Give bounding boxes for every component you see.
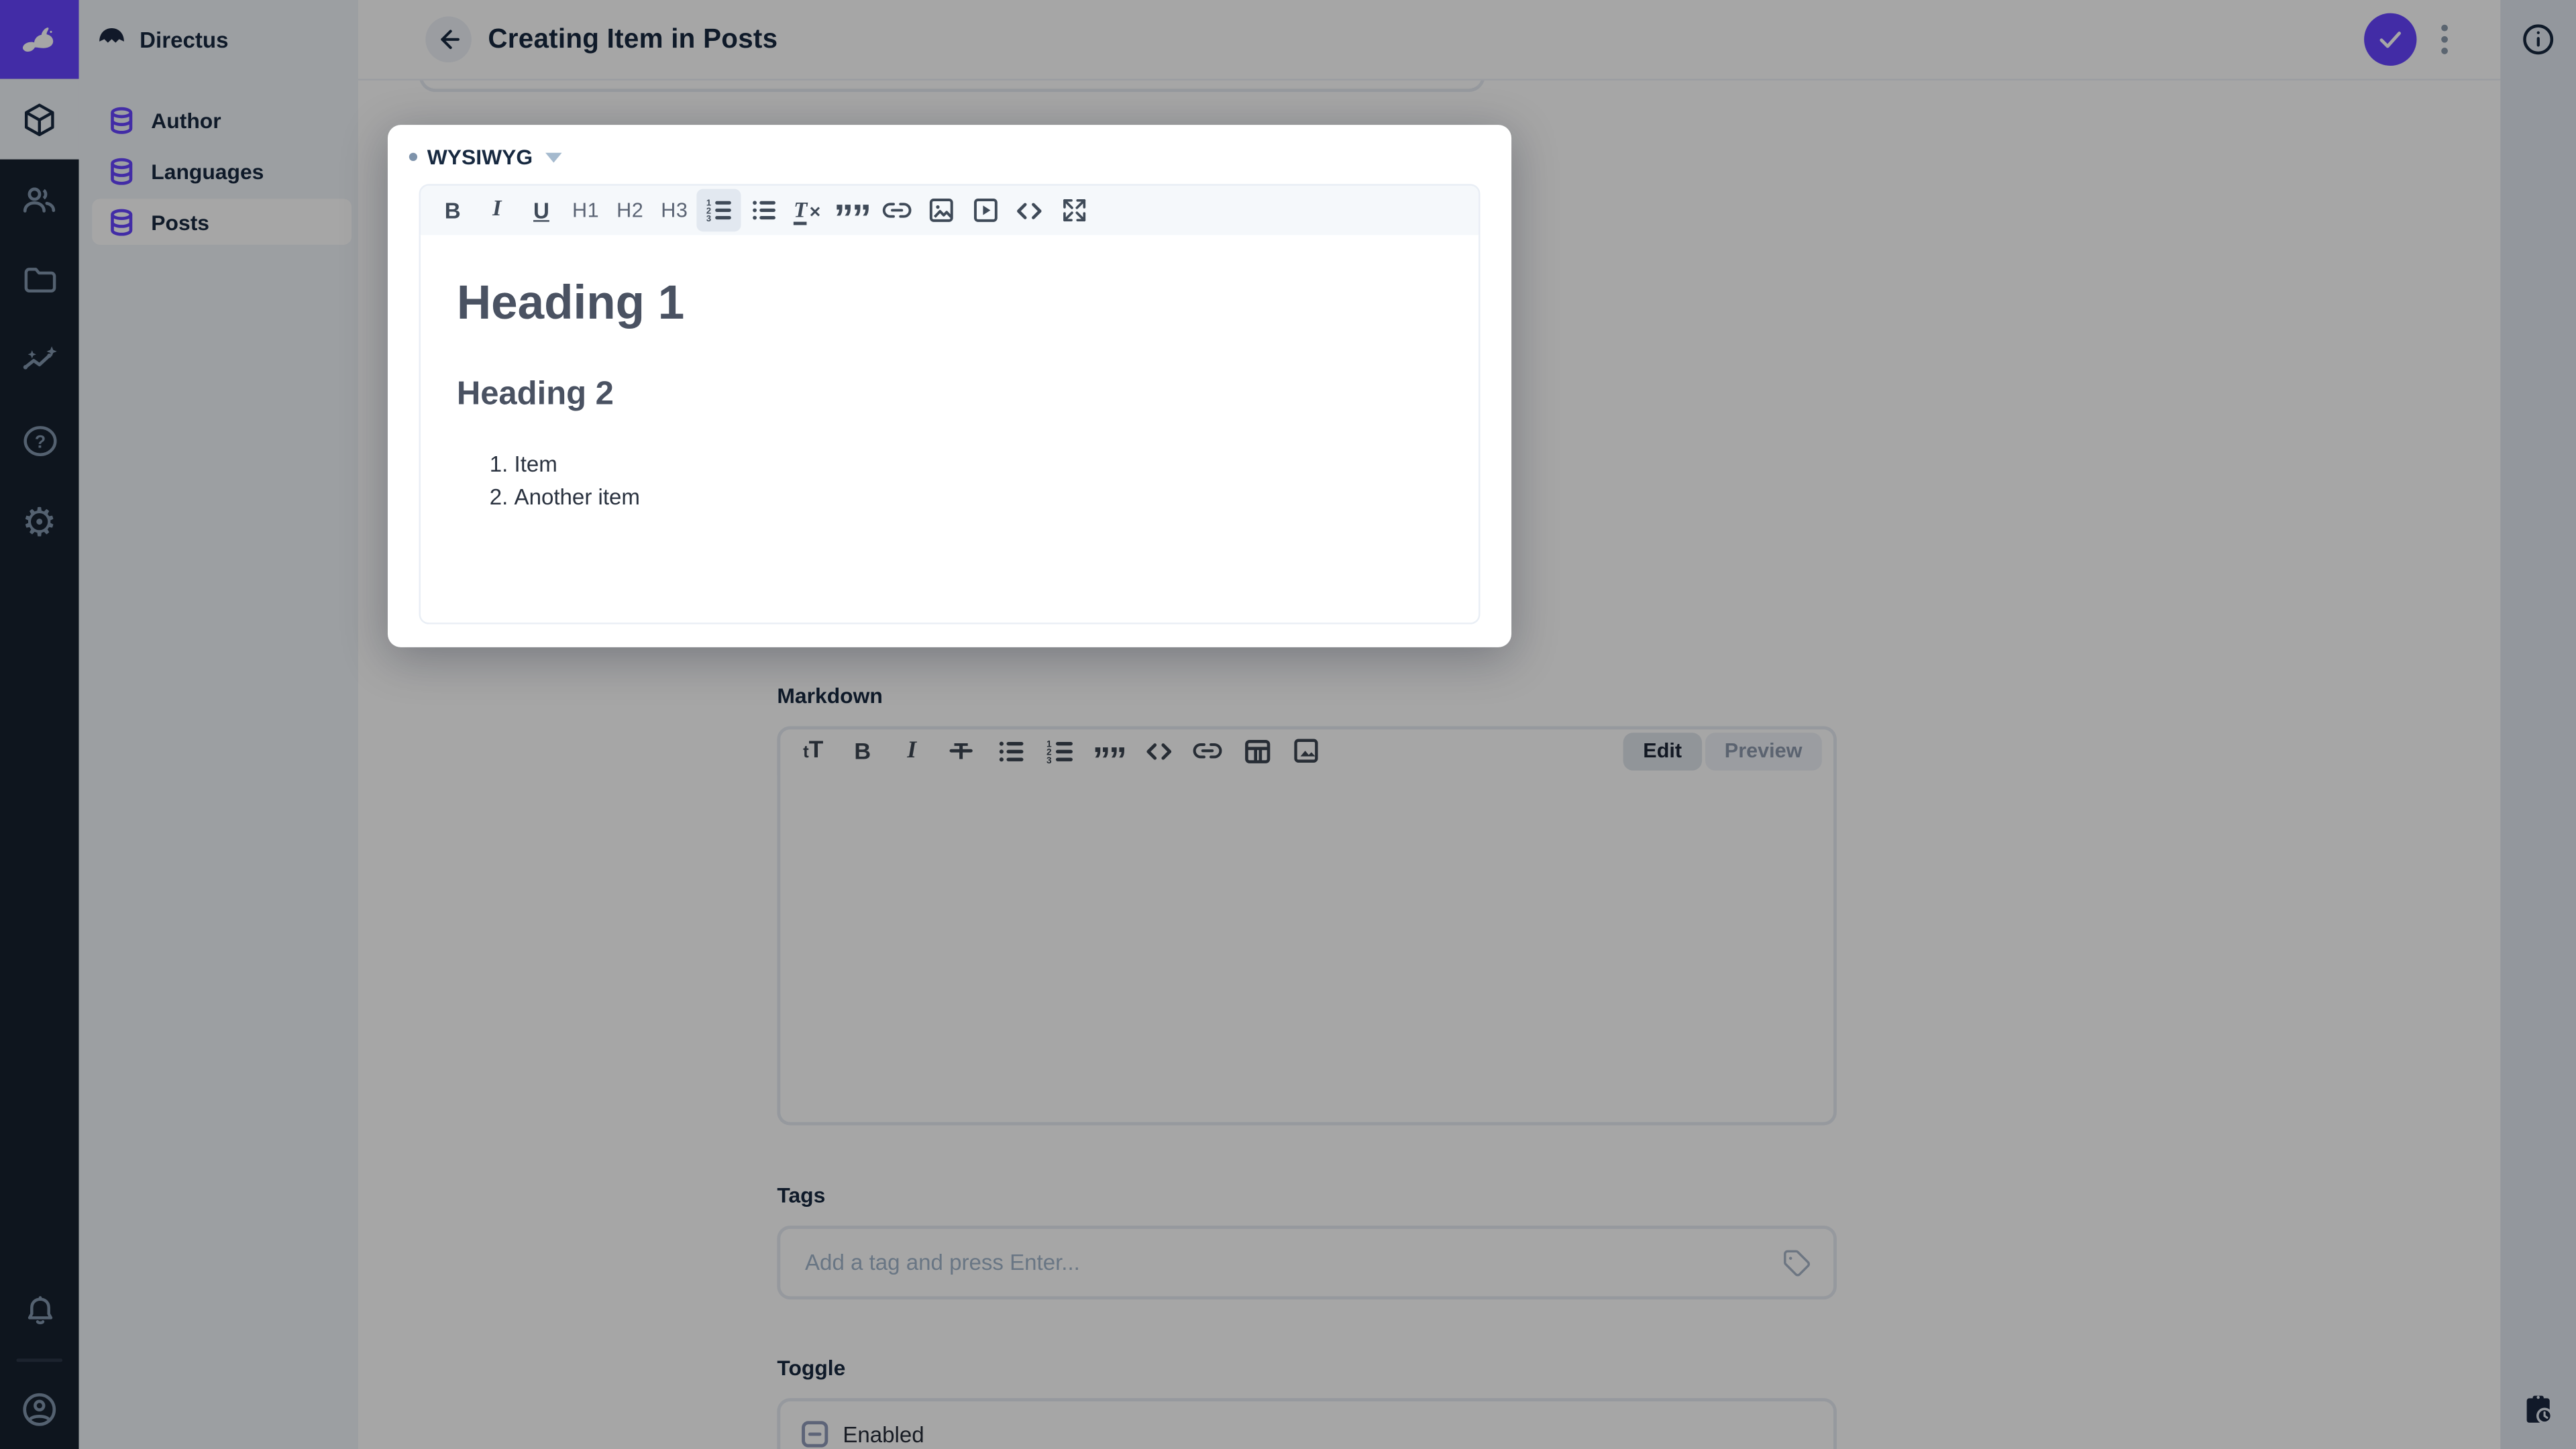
app-window: ? ⚙ Directus Author Languages Posts Crea…	[0, 0, 2576, 1449]
clear-format-icon: T ✕	[794, 197, 821, 225]
field-dot-icon	[409, 152, 418, 160]
wysiwyg-field-card: WYSIWYG B I U H1 H2 H3 123 T ✕ ”” Headin…	[387, 125, 1512, 647]
bullet-list-button[interactable]	[741, 189, 785, 232]
wysiwyg-toolbar: B I U H1 H2 H3 123 T ✕ ””	[419, 184, 1481, 239]
code-icon	[1014, 195, 1045, 226]
h2-button[interactable]: H2	[608, 189, 652, 232]
clear-format-button[interactable]: T ✕	[786, 189, 830, 232]
blockquote-button[interactable]: ””	[830, 179, 874, 241]
link-icon	[879, 194, 912, 227]
image-button[interactable]	[918, 189, 963, 232]
video-icon	[970, 195, 1000, 225]
ordered-list-icon: 123	[704, 195, 733, 225]
link-button[interactable]	[874, 189, 918, 232]
list-item: Another item	[515, 480, 1479, 513]
list-item: Item	[515, 447, 1479, 480]
underline-button[interactable]: U	[519, 189, 564, 232]
svg-text:3: 3	[706, 213, 710, 223]
fullscreen-button[interactable]	[1051, 189, 1095, 232]
wysiwyg-label-row: WYSIWYG	[409, 142, 1511, 171]
video-button[interactable]	[963, 189, 1007, 232]
bullet-list-icon	[749, 195, 778, 225]
editor-ordered-list: Item Another item	[421, 447, 1479, 513]
h1-button[interactable]: H1	[564, 189, 608, 232]
chevron-down-icon[interactable]	[545, 152, 563, 163]
editor-heading-2: Heading 2	[456, 375, 614, 412]
image-icon	[926, 195, 955, 225]
bold-button[interactable]: B	[431, 189, 475, 232]
blockquote-icon: ””	[833, 197, 871, 242]
italic-button[interactable]: I	[475, 189, 519, 232]
ordered-list-button[interactable]: 123	[696, 189, 741, 232]
h3-button[interactable]: H3	[652, 189, 696, 232]
wysiwyg-editor[interactable]: Heading 1 Heading 2 Item Another item	[419, 233, 1481, 624]
fullscreen-icon	[1059, 195, 1088, 225]
editor-heading-1: Heading 1	[456, 276, 685, 330]
wysiwyg-field-label: WYSIWYG	[427, 144, 533, 169]
code-button[interactable]	[1007, 189, 1051, 232]
